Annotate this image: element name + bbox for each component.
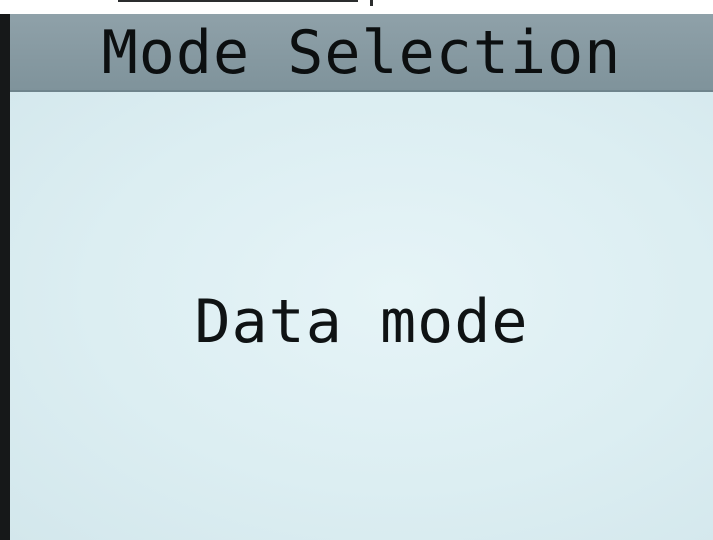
edge-marking bbox=[118, 0, 358, 2]
device-bezel: Mode Selection Data mode bbox=[0, 0, 713, 540]
edge-tick bbox=[370, 0, 373, 6]
title-bar: Mode Selection bbox=[10, 14, 713, 92]
screen-title: Mode Selection bbox=[101, 18, 622, 88]
current-mode-label[interactable]: Data mode bbox=[10, 282, 713, 362]
lcd-screen: Mode Selection Data mode bbox=[10, 14, 713, 540]
top-edge-strip bbox=[0, 0, 713, 14]
